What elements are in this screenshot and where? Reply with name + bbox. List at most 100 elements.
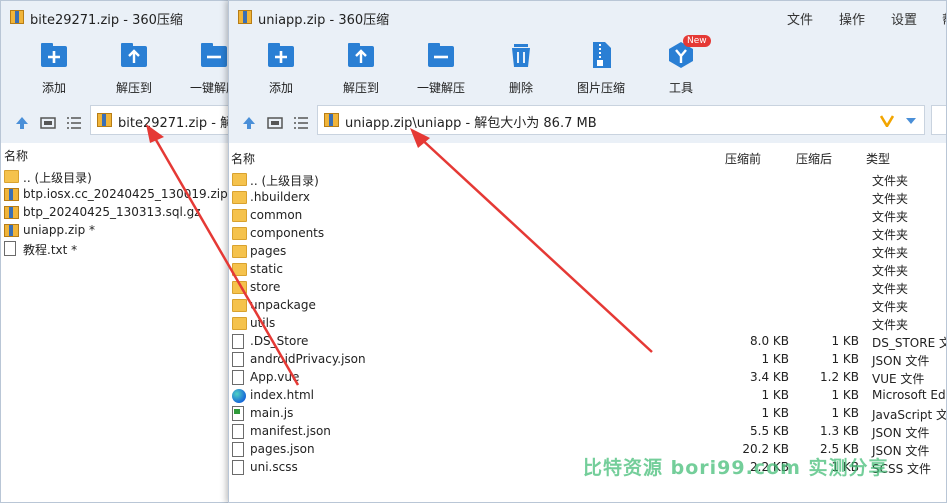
- file-name: index.html: [250, 388, 314, 402]
- zip-file-icon: [4, 224, 19, 237]
- folder-icon: [232, 209, 247, 222]
- back-window-title: bite29271.zip - 360压缩: [30, 13, 183, 28]
- file-size-before: 5.5 KB: [750, 424, 789, 438]
- file-row[interactable]: common 文件夹: [229, 207, 946, 225]
- file-icon: [232, 334, 244, 349]
- file-row[interactable]: store 文件夹: [229, 279, 946, 297]
- column-type[interactable]: 类型: [866, 150, 890, 168]
- front-toolbar: 添加 解压到 一键解压 删除 图片压缩 工具: [229, 33, 946, 99]
- file-size-after: 1 KB: [831, 388, 859, 402]
- view-detail-icon[interactable]: [40, 115, 56, 131]
- image-compress-button[interactable]: 图片压缩: [566, 41, 636, 96]
- front-title-bar: uniapp.zip - 360压缩 文件 操作 设置 帮: [229, 1, 946, 33]
- file-type: 文件夹: [872, 300, 909, 314]
- back-add-label: 添加: [41, 81, 66, 95]
- file-name: static: [250, 262, 283, 276]
- file-row[interactable]: .. (上级目录) 文件夹: [229, 171, 946, 189]
- v-logo-icon[interactable]: [880, 115, 894, 127]
- file-name: store: [250, 280, 281, 294]
- file-row[interactable]: unpackage 文件夹: [229, 297, 946, 315]
- back-add-button[interactable]: 添加: [19, 41, 89, 96]
- file-name: unpackage: [250, 298, 316, 312]
- file-type: 文件夹: [872, 318, 909, 332]
- file-type: JSON 文件: [872, 426, 930, 440]
- file-row[interactable]: .DS_Store 8.0 KB 1 KB DS_STORE 文: [229, 333, 947, 351]
- view-detail-icon[interactable]: [267, 115, 283, 131]
- column-before[interactable]: 压缩前: [725, 150, 761, 168]
- front-archive-window: uniapp.zip - 360压缩 文件 操作 设置 帮 添加 解压到 一键解…: [228, 0, 947, 503]
- file-name: pages: [250, 244, 287, 258]
- back-column-name[interactable]: 名称: [4, 147, 28, 165]
- file-row[interactable]: App.vue 3.4 KB 1.2 KB VUE 文件: [229, 369, 946, 387]
- file-size-after: 1.3 KB: [820, 424, 859, 438]
- file-row[interactable]: manifest.json 5.5 KB 1.3 KB JSON 文件: [229, 423, 946, 441]
- watermark-text: 比特资源 bori99.com 实测分享: [583, 457, 889, 479]
- file-type: 文件夹: [872, 246, 909, 260]
- file-icon: [232, 442, 244, 457]
- menu-file[interactable]: 文件: [787, 9, 813, 28]
- search-field[interactable]: [931, 105, 946, 135]
- file-type: JavaScript 文: [872, 408, 947, 422]
- file-type: 文件夹: [872, 192, 909, 206]
- one-click-extract-button[interactable]: 一键解压: [406, 41, 476, 96]
- file-size-after: 1 KB: [831, 334, 859, 348]
- file-row[interactable]: utils 文件夹: [229, 315, 946, 333]
- column-after[interactable]: 压缩后: [796, 150, 832, 168]
- extract-to-button[interactable]: 解压到: [326, 41, 396, 96]
- menu-help[interactable]: 帮: [942, 9, 946, 28]
- back-file-name: btp_20240425_130313.sql.gz: [23, 205, 201, 219]
- file-type: DS_STORE 文: [872, 336, 947, 350]
- zip-folder-icon: [324, 113, 339, 127]
- file-size-before: 8.0 KB: [750, 334, 789, 348]
- up-arrow-icon[interactable]: [14, 115, 30, 131]
- image-compress-label: 图片压缩: [576, 81, 625, 95]
- view-list-icon[interactable]: [293, 115, 309, 131]
- file-size-after: 1 KB: [831, 352, 859, 366]
- one-click-extract-label: 一键解压: [416, 81, 465, 95]
- file-icon: [232, 370, 244, 385]
- file-type: VUE 文件: [872, 372, 925, 386]
- zip-folder-icon: [97, 113, 112, 127]
- zip-app-icon: [10, 10, 24, 24]
- file-name: components: [250, 226, 325, 240]
- folder-icon: [4, 170, 19, 183]
- zip-file-icon: [4, 188, 19, 201]
- file-row[interactable]: .hbuilderx 文件夹: [229, 189, 946, 207]
- up-arrow-icon[interactable]: [241, 115, 257, 131]
- one-click-extract-icon: [201, 43, 227, 67]
- delete-label: 删除: [508, 81, 533, 95]
- folder-icon: [232, 299, 247, 312]
- file-size-before: 1 KB: [761, 388, 789, 402]
- back-extract-to-label: 解压到: [115, 81, 152, 95]
- file-row[interactable]: androidPrivacy.json 1 KB 1 KB JSON 文件: [229, 351, 946, 369]
- file-size-after: 1 KB: [831, 406, 859, 420]
- extract-to-icon: [121, 43, 147, 67]
- folder-icon: [232, 281, 247, 294]
- file-name: manifest.json: [250, 424, 331, 438]
- file-size-before: 3.4 KB: [750, 370, 789, 384]
- file-size-before: 1 KB: [761, 406, 789, 420]
- file-row[interactable]: index.html 1 KB 1 KB Microsoft Ed: [229, 387, 946, 405]
- chevron-down-icon[interactable]: [906, 117, 916, 125]
- add-label: 添加: [268, 81, 293, 95]
- file-size-after: 1.2 KB: [820, 370, 859, 384]
- file-name: .DS_Store: [250, 334, 309, 348]
- file-row[interactable]: main.js 1 KB 1 KB JavaScript 文: [229, 405, 947, 423]
- back-file-name: uniapp.zip *: [23, 223, 96, 237]
- add-button[interactable]: 添加: [246, 41, 316, 96]
- file-row[interactable]: components 文件夹: [229, 225, 946, 243]
- file-row[interactable]: pages 文件夹: [229, 243, 946, 261]
- view-list-icon[interactable]: [66, 115, 82, 131]
- folder-icon: [232, 191, 247, 204]
- menu-operate[interactable]: 操作: [839, 9, 865, 28]
- column-name[interactable]: 名称: [231, 150, 255, 168]
- delete-icon: [512, 44, 530, 67]
- tools-button[interactable]: 工具: [646, 41, 716, 96]
- delete-button[interactable]: 删除: [486, 41, 556, 96]
- add-icon: [268, 43, 294, 67]
- file-row[interactable]: static 文件夹: [229, 261, 946, 279]
- back-extract-to-button[interactable]: 解压到: [99, 41, 169, 96]
- menu-settings[interactable]: 设置: [891, 9, 917, 28]
- back-file-name: btp.iosx.cc_20240425_130019.zip *: [23, 187, 238, 201]
- path-field[interactable]: uniapp.zip\uniapp - 解包大小为 86.7 MB: [317, 105, 925, 135]
